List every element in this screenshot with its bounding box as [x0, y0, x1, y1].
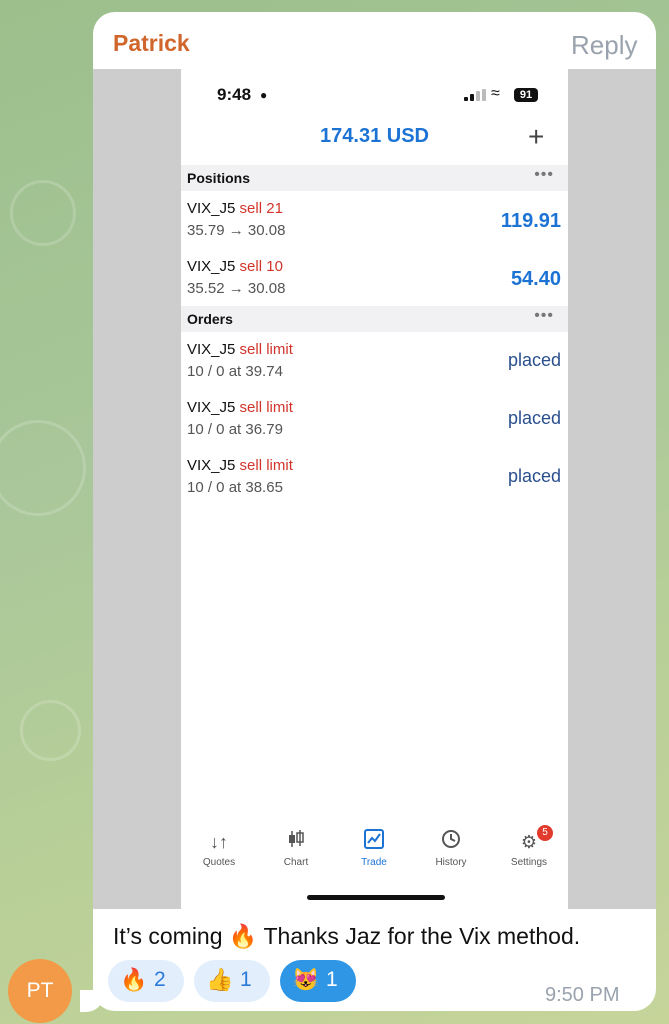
history-icon — [416, 829, 486, 855]
reaction-fire[interactable]: 🔥 2 — [108, 960, 184, 1002]
position-profit: 119.91 — [500, 210, 561, 232]
reaction-thumbs-up[interactable]: 👍 1 — [194, 960, 270, 1002]
settings-badge: 5 — [537, 825, 553, 841]
tab-history[interactable]: History — [416, 829, 486, 868]
sender-name[interactable]: Patrick — [113, 30, 190, 57]
order-status: placed — [507, 466, 561, 486]
wifi-icon: ≈ — [491, 85, 500, 102]
orders-header: Orders ••• — [181, 306, 568, 332]
position-profit: 54.40 — [510, 268, 561, 290]
message-text: It’s coming 🔥 Thanks Jaz for the Vix met… — [113, 923, 581, 949]
order-row[interactable]: VIX_J5 sell limit 10 / 0 at 39.74 placed — [181, 341, 568, 399]
quotes-icon: ↓↑ — [210, 832, 228, 852]
attached-screenshot[interactable]: 9:48 ● ≈ 91 174.31 USD + Positions ••• V… — [181, 69, 568, 909]
avatar[interactable]: PT — [8, 959, 72, 1023]
position-symbol: VIX_J5 sell 21 — [187, 200, 283, 217]
tab-trade[interactable]: Trade — [339, 829, 409, 868]
trade-chart-icon — [339, 829, 409, 855]
person-icon: ● — [260, 88, 268, 102]
tab-quotes[interactable]: ↓↑ Quotes — [184, 829, 254, 868]
home-indicator — [307, 895, 445, 900]
order-symbol: VIX_J5 sell limit — [187, 341, 293, 358]
background-doodle — [0, 420, 86, 516]
order-status: placed — [507, 350, 561, 370]
order-symbol: VIX_J5 sell limit — [187, 457, 293, 474]
orders-label: Orders — [187, 311, 233, 327]
order-detail: 10 / 0 at 38.65 — [187, 479, 283, 496]
tab-bar: ↓↑ Quotes Chart Trade History ⚙ 5 Settin… — [181, 825, 568, 879]
position-symbol: VIX_J5 sell 10 — [187, 258, 283, 275]
background-doodle — [10, 180, 76, 246]
reaction-heart-eyes[interactable]: 😻 1 — [280, 960, 356, 1002]
order-row[interactable]: VIX_J5 sell limit 10 / 0 at 38.65 placed — [181, 457, 568, 515]
position-row[interactable]: VIX_J5 sell 21 35.79 → 30.08 119.91 — [181, 200, 568, 258]
positions-label: Positions — [187, 170, 251, 186]
more-icon[interactable]: ••• — [534, 307, 554, 325]
order-status: placed — [507, 408, 561, 428]
candlestick-icon — [261, 829, 331, 855]
position-prices: 35.52 → 30.08 — [187, 280, 286, 297]
reply-button[interactable]: Reply — [571, 30, 637, 61]
position-prices: 35.79 → 30.08 — [187, 222, 286, 239]
message-time: 9:50 PM — [545, 984, 620, 1006]
status-time: 9:48 — [217, 85, 252, 104]
gear-icon: ⚙ — [520, 832, 538, 852]
tab-chart[interactable]: Chart — [261, 829, 331, 868]
screenshot-pad-left — [93, 69, 181, 909]
add-icon[interactable]: + — [528, 123, 544, 151]
background-doodle — [20, 700, 81, 761]
positions-header: Positions ••• — [181, 165, 568, 191]
tab-settings[interactable]: ⚙ 5 Settings — [494, 825, 564, 868]
battery-icon: 91 — [514, 88, 538, 102]
signal-icon — [464, 89, 486, 101]
order-detail: 10 / 0 at 39.74 — [187, 363, 283, 380]
order-detail: 10 / 0 at 36.79 — [187, 421, 283, 438]
order-row[interactable]: VIX_J5 sell limit 10 / 0 at 36.79 placed — [181, 399, 568, 457]
more-icon[interactable]: ••• — [534, 166, 554, 184]
account-balance: 174.31 USD — [320, 125, 429, 147]
order-symbol: VIX_J5 sell limit — [187, 399, 293, 416]
screenshot-pad-right — [568, 69, 656, 909]
